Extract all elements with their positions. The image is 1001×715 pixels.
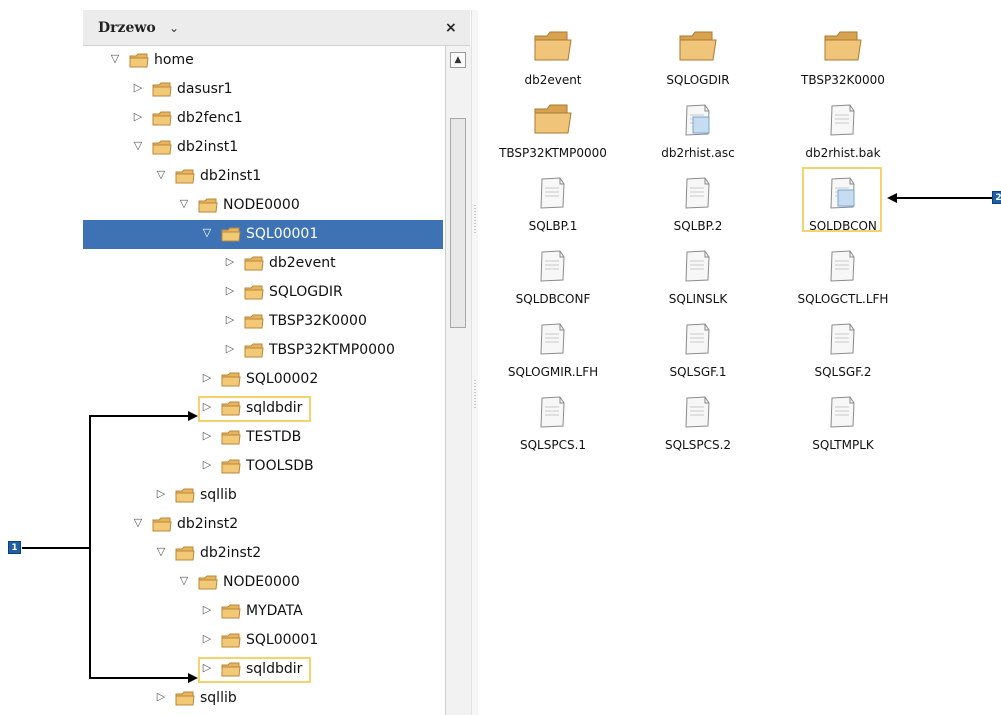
callout-badge-1: 1 (8, 541, 21, 554)
callout-2-arrowhead (887, 193, 897, 203)
callout-badge-2: 2 (992, 191, 1001, 204)
callout-arrows (22, 193, 992, 683)
callout-1-lower-line (89, 548, 190, 679)
callout-1-upper-arrowhead (188, 411, 198, 421)
callout-1-lower-arrowhead (188, 673, 198, 683)
callout-1-upper-line (89, 415, 190, 548)
